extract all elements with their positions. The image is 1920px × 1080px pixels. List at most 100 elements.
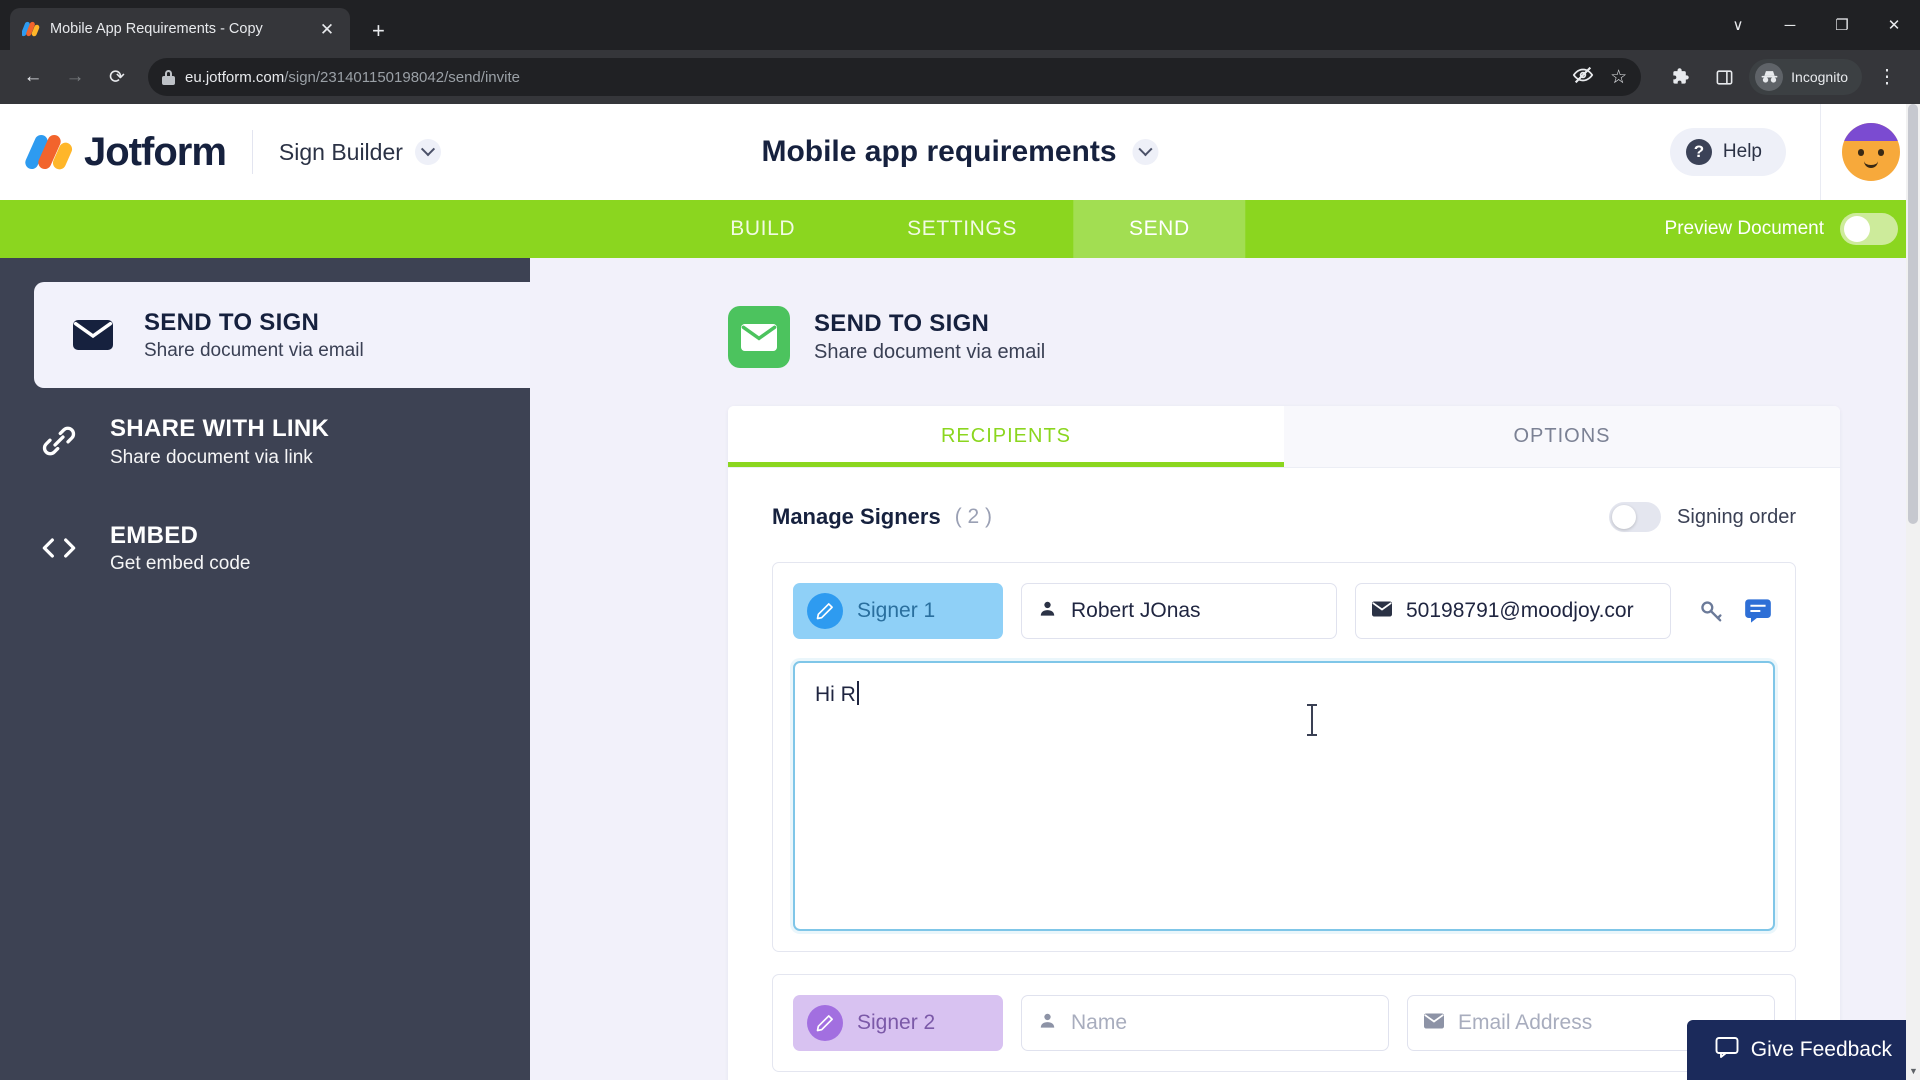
extensions-icon[interactable] — [1661, 58, 1699, 96]
body-layout: SEND TO SIGN Share document via email SH… — [0, 258, 1920, 1080]
feedback-icon — [1715, 1036, 1739, 1064]
comment-icon[interactable] — [1741, 594, 1775, 628]
nav-tabs: BUILD SETTINGS SEND — [674, 200, 1246, 258]
address-bar[interactable]: eu.jotform.com/sign/231401150198042/send… — [148, 58, 1642, 96]
tab-build[interactable]: BUILD — [674, 200, 851, 258]
omnibox-icons: ☆ — [1572, 64, 1627, 91]
browser-menu-icon[interactable]: ⋮ — [1868, 58, 1906, 96]
text-caret — [856, 681, 859, 705]
header-divider — [251, 130, 253, 174]
signer-email-placeholder: Email Address — [1458, 1011, 1593, 1034]
url-domain: eu.jotform.com — [185, 68, 285, 86]
side-panel-icon[interactable] — [1705, 58, 1743, 96]
sidebar-item-embed[interactable]: EMBED Get embed code — [0, 495, 530, 601]
jotform-logo-text: Jotform — [84, 129, 227, 174]
document-title-menu[interactable]: Mobile app requirements — [761, 135, 1159, 169]
sidebar-item-subtitle: Share document via email — [144, 340, 364, 362]
browser-window: Mobile App Requirements - Copy ✕ + ∨ ─ ❐… — [0, 0, 1920, 1080]
panel-subtitle: Share document via email — [814, 341, 1046, 363]
back-button[interactable]: ← — [14, 58, 52, 96]
card-tabs: RECIPIENTS OPTIONS — [728, 406, 1840, 468]
card-body: Manage Signers ( 2 ) Signing order Signe… — [728, 468, 1840, 1072]
maximize-button[interactable]: ❐ — [1816, 0, 1868, 50]
url-text: eu.jotform.com/sign/231401150198042/send… — [185, 69, 520, 86]
preview-document-control: Preview Document — [1665, 213, 1898, 245]
mouse-text-cursor — [1307, 704, 1317, 736]
window-controls: ∨ ─ ❐ ✕ — [1712, 0, 1920, 50]
signers-count: ( 2 ) — [954, 505, 993, 528]
jotform-logo-icon — [23, 132, 75, 172]
product-menu[interactable]: Sign Builder — [279, 139, 441, 166]
incognito-eye-off-icon[interactable] — [1572, 64, 1594, 91]
give-feedback-button[interactable]: Give Feedback — [1686, 1020, 1920, 1080]
avatar — [1841, 123, 1900, 181]
tab-settings[interactable]: SETTINGS — [851, 200, 1073, 258]
signature-pen-icon — [807, 1005, 843, 1041]
incognito-profile-button[interactable]: Incognito — [1749, 59, 1862, 95]
incognito-label: Incognito — [1791, 69, 1848, 85]
signer-name-placeholder: Name — [1071, 1011, 1128, 1034]
panel-header: SEND TO SIGN Share document via email — [728, 306, 1840, 368]
link-icon — [36, 419, 82, 463]
scrollbar-thumb[interactable] — [1908, 104, 1918, 524]
close-window-button[interactable]: ✕ — [1868, 0, 1920, 50]
message-value: Hi R — [815, 683, 856, 706]
signer-role-badge[interactable]: Signer 2 — [793, 995, 1003, 1051]
chevron-down-icon — [414, 139, 441, 165]
sidebar-item-share-with-link[interactable]: SHARE WITH LINK Share document via link — [0, 388, 530, 494]
signing-order-toggle[interactable] — [1609, 502, 1662, 532]
page-scrollbar[interactable]: ▲ ▼ — [1906, 104, 1920, 1080]
tab-title: Mobile App Requirements - Copy — [50, 21, 263, 37]
panel-header-text: SEND TO SIGN Share document via email — [814, 310, 1045, 364]
recipients-card: RECIPIENTS OPTIONS Manage Signers ( 2 ) … — [728, 406, 1840, 1080]
help-question-icon: ? — [1685, 139, 1712, 165]
main-inner: SEND TO SIGN Share document via email RE… — [728, 306, 1840, 1080]
new-tab-button[interactable]: + — [372, 20, 385, 42]
jotform-logo[interactable]: Jotform — [23, 129, 227, 175]
main-content: SEND TO SIGN Share document via email RE… — [530, 258, 1920, 1080]
page-title: Mobile app requirements — [761, 135, 1117, 168]
signing-order-control: Signing order — [1609, 502, 1796, 532]
sidebar-item-send-to-sign[interactable]: SEND TO SIGN Share document via email — [34, 282, 530, 389]
signer-email-input[interactable]: 50198791@moodjoy.cor — [1355, 583, 1671, 639]
tab-send[interactable]: SEND — [1072, 200, 1246, 258]
tab-search-chevron-icon[interactable]: ∨ — [1712, 0, 1764, 50]
signer-role-badge[interactable]: Signer 1 — [793, 583, 1003, 639]
scroll-down-arrow-icon[interactable]: ▼ — [1909, 1066, 1918, 1076]
sidebar-item-text: SHARE WITH LINK Share document via link — [110, 414, 329, 468]
signer-name-input[interactable]: Robert JOnas — [1021, 583, 1337, 639]
help-button[interactable]: ? Help — [1669, 128, 1786, 176]
signer-name-input[interactable]: Name — [1021, 995, 1389, 1051]
signer-message-textarea[interactable]: Hi R — [793, 661, 1775, 931]
reload-button[interactable]: ⟳ — [98, 58, 136, 96]
url-path: /sign/231401150198042/send/invite — [284, 68, 520, 86]
incognito-avatar-icon — [1755, 63, 1784, 91]
browser-toolbar: ← → ⟳ eu.jotform.com/sign/23140115019804… — [0, 50, 1920, 104]
signer-role-label: Signer 1 — [857, 599, 936, 622]
signer-row: Signer 1 Robert JOnas 50198791@moodjoy.c… — [793, 583, 1775, 639]
minimize-button[interactable]: ─ — [1764, 0, 1816, 50]
tab-options[interactable]: OPTIONS — [1284, 406, 1840, 467]
key-icon[interactable] — [1695, 594, 1729, 628]
manage-signers-title: Manage Signers — [772, 504, 941, 529]
help-label: Help — [1722, 141, 1762, 162]
signer-row: Signer 2 Name Email Address — [793, 995, 1775, 1051]
page-content: Jotform Sign Builder Mobile app requirem… — [0, 104, 1920, 1080]
lock-icon — [162, 69, 175, 85]
browser-tab[interactable]: Mobile App Requirements - Copy ✕ — [10, 8, 350, 50]
forward-button[interactable]: → — [56, 58, 94, 96]
tab-close-icon[interactable]: ✕ — [316, 21, 338, 38]
person-icon — [1038, 1011, 1057, 1035]
preview-document-toggle[interactable] — [1840, 213, 1898, 245]
send-to-sign-envelope-icon — [728, 306, 790, 368]
email-icon — [1424, 1013, 1444, 1034]
jotform-favicon — [21, 20, 40, 38]
tab-recipients[interactable]: RECIPIENTS — [728, 406, 1284, 467]
product-menu-label: Sign Builder — [278, 138, 403, 165]
signer-name-value: Robert JOnas — [1071, 599, 1201, 622]
user-avatar-button[interactable] — [1820, 104, 1920, 200]
email-icon — [1372, 601, 1392, 622]
bookmark-star-icon[interactable]: ☆ — [1610, 66, 1627, 89]
title-chevron-down-icon — [1132, 139, 1159, 165]
give-feedback-label: Give Feedback — [1750, 1038, 1892, 1061]
